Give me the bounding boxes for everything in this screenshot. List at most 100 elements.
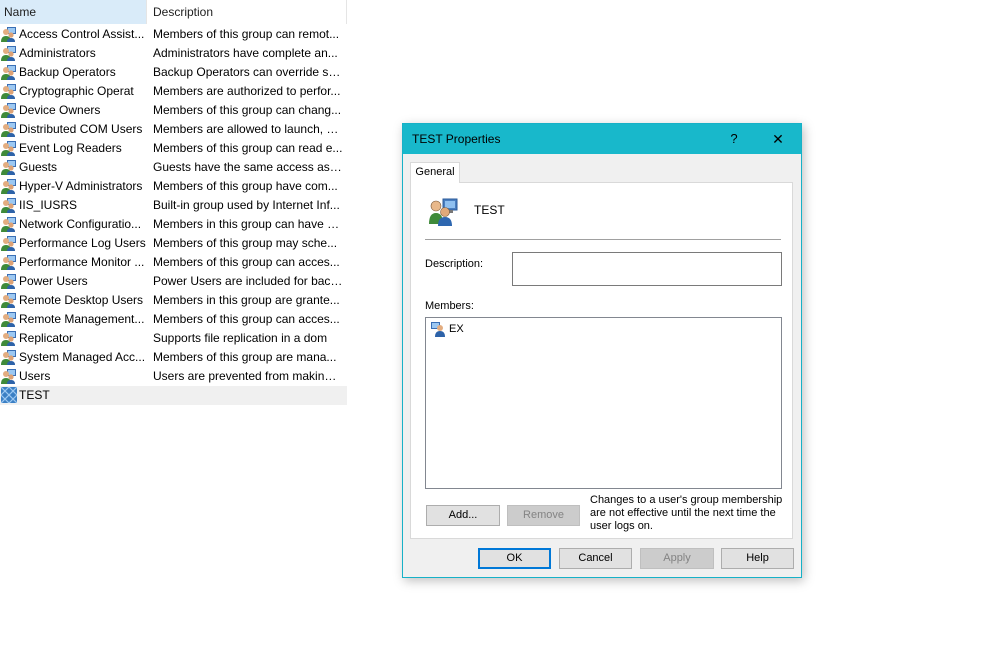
group-description: Members of this group can chang... bbox=[153, 103, 342, 117]
description-input[interactable] bbox=[512, 252, 782, 286]
members-label: Members: bbox=[425, 300, 474, 312]
general-tab-panel: TEST Description: Members: EX Add... Rem… bbox=[410, 182, 793, 539]
group-description: Members in this group are grante... bbox=[153, 293, 340, 307]
group-icon bbox=[1, 273, 17, 289]
group-name: Hyper-V Administrators bbox=[19, 179, 143, 193]
dialog-titlebar[interactable]: TEST Properties ? ✕ bbox=[403, 124, 801, 154]
group-icon bbox=[1, 216, 17, 232]
list-row[interactable]: Users Users are prevented from making ... bbox=[0, 367, 347, 386]
group-icon bbox=[1, 311, 17, 327]
group-icon bbox=[1, 26, 17, 42]
group-description: Members of this group can remot... bbox=[153, 27, 340, 41]
group-description: Users are prevented from making ... bbox=[153, 369, 343, 383]
group-name: TEST bbox=[474, 203, 505, 217]
list-row[interactable]: Network Configuratio... Members in this g… bbox=[0, 215, 347, 234]
list-row[interactable]: Performance Log Users Members of this gro… bbox=[0, 234, 347, 253]
group-description: Administrators have complete an... bbox=[153, 46, 338, 60]
group-description: Members in this group can have s... bbox=[153, 217, 343, 231]
list-row[interactable]: Event Log Readers Members of this group c… bbox=[0, 139, 347, 158]
test-properties-dialog: TEST Properties ? ✕ General TEST Descrip… bbox=[402, 123, 802, 578]
list-row[interactable]: Access Control Assist... Members of this … bbox=[0, 25, 347, 44]
members-list[interactable]: EX bbox=[425, 317, 782, 489]
list-row[interactable]: Device Owners Members of this group can c… bbox=[0, 101, 347, 120]
group-name: Backup Operators bbox=[19, 65, 116, 79]
list-row[interactable]: Replicator Supports file replication in a… bbox=[0, 329, 347, 348]
membership-note: Changes to a user's group membership are… bbox=[590, 494, 783, 532]
list-row[interactable]: Remote Desktop Users Members in this grou… bbox=[0, 291, 347, 310]
user-icon bbox=[431, 322, 445, 337]
group-description: Members of this group can acces... bbox=[153, 312, 340, 326]
group-name: IIS_IUSRS bbox=[19, 198, 78, 212]
group-name: Power Users bbox=[19, 274, 88, 288]
list-row[interactable]: Cryptographic Operat Members are authoriz… bbox=[0, 82, 347, 101]
group-icon bbox=[1, 102, 17, 118]
remove-button[interactable]: Remove bbox=[507, 505, 580, 526]
group-icon bbox=[1, 197, 17, 213]
list-row[interactable]: System Managed Acc... Members of this gro… bbox=[0, 348, 347, 367]
group-description: Backup Operators can override se... bbox=[153, 65, 343, 79]
group-icon bbox=[1, 140, 17, 156]
column-header-name[interactable]: Name bbox=[0, 0, 147, 24]
list-row[interactable]: TEST bbox=[0, 386, 347, 405]
group-description: Members of this group have com... bbox=[153, 179, 338, 193]
group-description: Built-in group used by Internet Inf... bbox=[153, 198, 340, 212]
group-description: Members are authorized to perfor... bbox=[153, 84, 341, 98]
group-description: Guests have the same access as m... bbox=[153, 160, 343, 174]
dialog-title: TEST Properties bbox=[412, 132, 501, 146]
group-name: Replicator bbox=[19, 331, 74, 345]
list-row[interactable]: IIS_IUSRS Built-in group used by Internet… bbox=[0, 196, 347, 215]
cancel-button[interactable]: Cancel bbox=[559, 548, 632, 569]
group-description: Members are allowed to launch, a... bbox=[153, 122, 343, 136]
group-name: TEST bbox=[19, 388, 50, 402]
list-row[interactable]: Backup Operators Backup Operators can ove… bbox=[0, 63, 347, 82]
group-icon bbox=[1, 83, 17, 99]
group-icon bbox=[1, 159, 17, 175]
group-list-view[interactable]: Name Description Access Control Assist..… bbox=[0, 0, 347, 648]
member-name: EX bbox=[449, 323, 464, 335]
group-icon bbox=[0, 386, 18, 404]
group-icon bbox=[1, 45, 17, 61]
group-name: Distributed COM Users bbox=[19, 122, 143, 136]
group-icon bbox=[1, 254, 17, 270]
group-name: Event Log Readers bbox=[19, 141, 122, 155]
list-row[interactable]: Performance Monitor ... Members of this g… bbox=[0, 253, 347, 272]
separator bbox=[425, 239, 781, 240]
group-description: Members of this group can acces... bbox=[153, 255, 340, 269]
group-name: System Managed Acc... bbox=[19, 350, 146, 364]
group-name: Performance Log Users bbox=[19, 236, 146, 250]
group-name: Remote Desktop Users bbox=[19, 293, 144, 307]
close-icon[interactable]: ✕ bbox=[756, 124, 800, 154]
help-button[interactable]: Help bbox=[721, 548, 794, 569]
group-description: Members of this group may sche... bbox=[153, 236, 338, 250]
list-row[interactable]: Distributed COM Users Members are allowed… bbox=[0, 120, 347, 139]
group-icon bbox=[429, 198, 458, 226]
add-button[interactable]: Add... bbox=[426, 505, 500, 526]
group-icon bbox=[1, 368, 17, 384]
list-row[interactable]: Remote Management... Members of this grou… bbox=[0, 310, 347, 329]
list-row[interactable]: Hyper-V Administrators Members of this gr… bbox=[0, 177, 347, 196]
group-name: Access Control Assist... bbox=[19, 27, 145, 41]
group-name: Remote Management... bbox=[19, 312, 145, 326]
group-icon bbox=[1, 64, 17, 80]
group-description: Members of this group can read e... bbox=[153, 141, 343, 155]
description-label: Description: bbox=[425, 258, 484, 270]
group-icon bbox=[1, 292, 17, 308]
list-row[interactable]: Guests Guests have the same access as m..… bbox=[0, 158, 347, 177]
column-header-description[interactable]: Description bbox=[148, 0, 347, 24]
group-name: Users bbox=[19, 369, 51, 383]
tab-general[interactable]: General bbox=[410, 162, 460, 183]
list-row[interactable]: Administrators Administrators have comple… bbox=[0, 44, 347, 63]
group-icon bbox=[1, 178, 17, 194]
group-name: Cryptographic Operat bbox=[19, 84, 134, 98]
group-name: Network Configuratio... bbox=[19, 217, 142, 231]
ok-button[interactable]: OK bbox=[478, 548, 551, 569]
group-description: Supports file replication in a dom bbox=[153, 331, 328, 345]
apply-button[interactable]: Apply bbox=[640, 548, 714, 569]
list-row[interactable]: Power Users Power Users are included for … bbox=[0, 272, 347, 291]
group-icon bbox=[1, 235, 17, 251]
group-icon bbox=[1, 349, 17, 365]
help-icon[interactable]: ? bbox=[712, 124, 756, 154]
group-description: Power Users are included for back... bbox=[153, 274, 343, 288]
group-icon bbox=[1, 121, 17, 137]
group-name: Administrators bbox=[19, 46, 96, 60]
